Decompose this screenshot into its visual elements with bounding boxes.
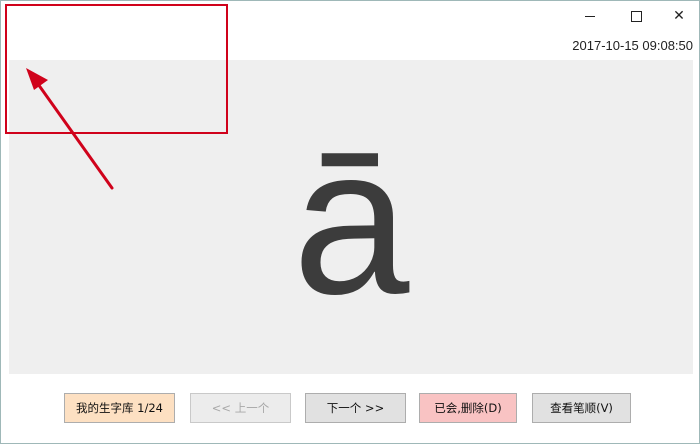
minimize-icon (585, 15, 595, 17)
minimize-button[interactable] (567, 1, 613, 31)
window-controls: ✕ (567, 1, 699, 31)
view-strokes-button[interactable]: 查看笔顺(V) (532, 393, 631, 423)
my-library-button[interactable]: 我的生字库 1/24 (64, 393, 175, 423)
known-delete-button[interactable]: 已会,删除(D) (419, 393, 517, 423)
character-display: ā (9, 60, 693, 374)
previous-button[interactable]: << 上一个 (190, 393, 291, 423)
timestamp: 2017-10-15 09:08:50 (572, 38, 693, 53)
app-window: ✕ 2017-10-15 09:08:50 ā 我的生字库 1/24 << 上一… (0, 0, 700, 444)
close-button[interactable]: ✕ (659, 1, 699, 31)
maximize-button[interactable] (613, 1, 659, 31)
button-row: 我的生字库 1/24 << 上一个 下一个 >> 已会,删除(D) 查看笔顺(V… (1, 393, 700, 425)
close-icon: ✕ (673, 8, 685, 24)
maximize-icon (630, 10, 642, 22)
pinyin-character: ā (292, 103, 410, 338)
next-button[interactable]: 下一个 >> (305, 393, 406, 423)
